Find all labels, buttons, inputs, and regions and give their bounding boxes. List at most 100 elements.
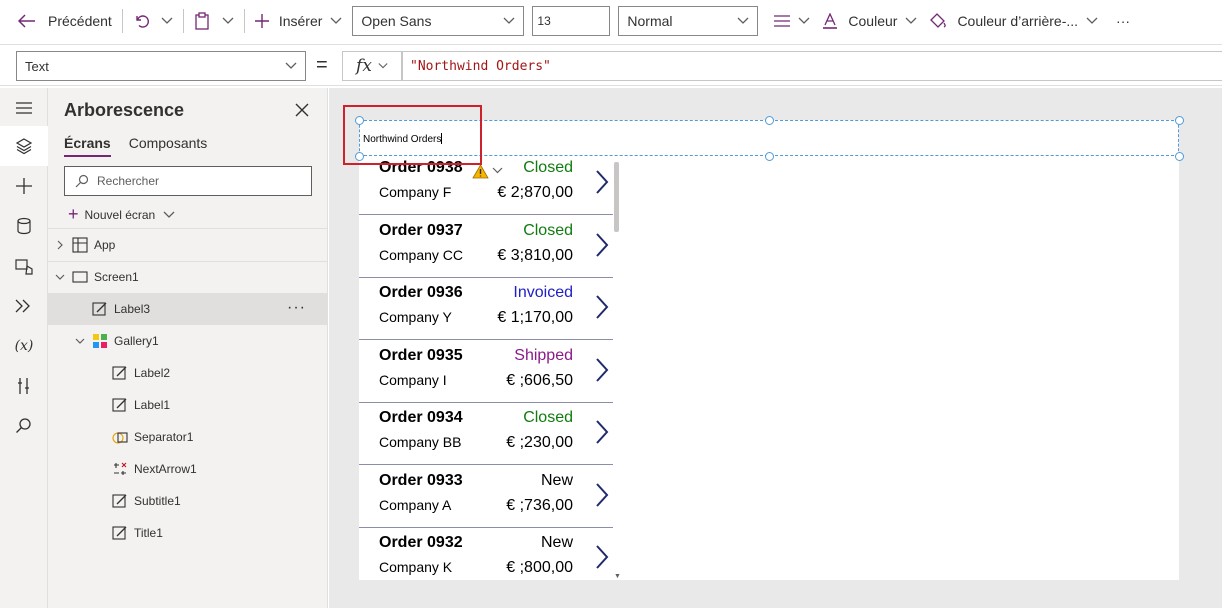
next-arrow-icon[interactable] bbox=[595, 294, 609, 320]
next-arrow-icon[interactable] bbox=[595, 232, 609, 258]
resize-handle[interactable] bbox=[1175, 152, 1184, 161]
toolbar-divider bbox=[182, 9, 184, 33]
font-weight-value: Normal bbox=[627, 13, 673, 29]
label-icon bbox=[112, 365, 128, 381]
chevron-down-icon bbox=[798, 17, 810, 24]
order-price: € ;736,00 bbox=[506, 496, 573, 514]
orders-gallery[interactable]: Order 0938 Company F Closed € 2;870,00 Order… bbox=[359, 156, 621, 580]
label-icon bbox=[92, 301, 108, 317]
gallery-item[interactable]: Order 0933 Company A New € ;736,00 bbox=[359, 466, 613, 528]
tab-screens[interactable]: Écrans bbox=[64, 135, 111, 157]
tree-node-label2[interactable]: Label2 bbox=[48, 357, 328, 389]
clipboard-icon bbox=[195, 12, 209, 30]
scroll-down-icon[interactable]: ▼ bbox=[614, 573, 621, 580]
chevron-right-icon bbox=[54, 240, 66, 250]
search-rail-button[interactable] bbox=[0, 406, 48, 446]
new-screen-button[interactable]: + Nouvel écran bbox=[68, 204, 175, 225]
resize-handle[interactable] bbox=[765, 116, 774, 125]
paste-menu-button[interactable] bbox=[216, 0, 240, 42]
data-button[interactable] bbox=[0, 206, 48, 246]
more-options-button[interactable]: ··· bbox=[287, 299, 306, 317]
order-price: € ;800,00 bbox=[506, 559, 573, 576]
plus-icon bbox=[16, 178, 32, 194]
label-icon bbox=[112, 525, 128, 541]
tab-components[interactable]: Composants bbox=[129, 135, 208, 157]
search-input[interactable]: Rechercher bbox=[64, 166, 312, 196]
tree-node-gallery1[interactable]: Gallery1 bbox=[48, 325, 328, 357]
next-arrow-icon[interactable] bbox=[595, 544, 609, 570]
insert-rail-button[interactable] bbox=[0, 166, 48, 206]
selected-label-control[interactable]: Northwind Orders bbox=[355, 116, 1184, 161]
node-label: NextArrow1 bbox=[134, 462, 197, 476]
node-label: Label1 bbox=[134, 398, 171, 412]
next-arrow-icon[interactable] bbox=[595, 169, 609, 195]
order-company: Company CC bbox=[379, 246, 464, 263]
undo-button[interactable] bbox=[127, 0, 155, 42]
scroll-thumb[interactable] bbox=[614, 162, 619, 232]
gallery-item[interactable]: Order 0935 Company I Shipped € ;606,50 bbox=[359, 341, 613, 403]
gallery-item[interactable]: Order 0937 Company CC Closed € 3;810,00 bbox=[359, 216, 613, 278]
font-weight-select[interactable]: Normal bbox=[618, 6, 759, 36]
tree-view-panel: Arborescence Écrans Composants Recherche… bbox=[48, 88, 328, 608]
insert-label: Insérer bbox=[278, 13, 323, 29]
chevron-down-icon bbox=[54, 274, 66, 280]
next-arrow-icon[interactable] bbox=[595, 357, 609, 383]
insert-button[interactable]: Insérer bbox=[249, 0, 349, 42]
chevron-down-icon bbox=[1086, 17, 1098, 24]
menu-button[interactable] bbox=[0, 88, 48, 128]
scrollbar[interactable]: ▼ bbox=[613, 156, 621, 580]
paste-button[interactable] bbox=[188, 0, 216, 42]
chevron-down-icon bbox=[161, 17, 173, 24]
order-company: Company Y bbox=[379, 309, 452, 325]
plus-icon: + bbox=[68, 204, 79, 224]
formula-input[interactable]: "Northwind Orders" bbox=[402, 51, 1222, 81]
search-placeholder: Rechercher bbox=[97, 174, 160, 188]
next-arrow-icon[interactable] bbox=[595, 419, 609, 445]
color-label: Couleur bbox=[848, 13, 898, 29]
tree-view-button[interactable] bbox=[0, 126, 48, 166]
background-color-button[interactable]: Couleur d’arrière-... bbox=[923, 0, 1104, 42]
tree-node-subtitle1[interactable]: Subtitle1 bbox=[48, 485, 328, 517]
tools-button[interactable] bbox=[0, 366, 48, 406]
resize-handle[interactable] bbox=[1175, 116, 1184, 125]
more-button[interactable]: ··· bbox=[1110, 0, 1136, 42]
variables-button[interactable]: (𝑥) bbox=[0, 326, 48, 366]
back-button[interactable]: Précédent bbox=[0, 0, 118, 42]
font-family-select[interactable]: Open Sans bbox=[352, 6, 525, 36]
hamburger-icon bbox=[16, 102, 32, 114]
tree-node-separator1[interactable]: Separator1 bbox=[48, 421, 328, 453]
power-automate-button[interactable] bbox=[0, 286, 48, 326]
undo-icon bbox=[136, 15, 149, 28]
warning-icon[interactable] bbox=[472, 164, 489, 179]
next-arrow-icon[interactable] bbox=[595, 482, 609, 508]
tree-node-screen1[interactable]: Screen1 bbox=[48, 261, 328, 293]
function-button[interactable]: fx bbox=[342, 51, 402, 81]
property-select[interactable]: Text bbox=[16, 51, 306, 81]
new-screen-label: Nouvel écran bbox=[84, 207, 156, 222]
left-rail: (𝑥) bbox=[0, 88, 48, 608]
back-label: Précédent bbox=[48, 13, 112, 29]
gallery-item[interactable]: Order 0936 Company Y Invoiced € 1;170,00 bbox=[359, 278, 613, 340]
media-button[interactable] bbox=[0, 246, 48, 286]
formula-bar: Text = fx "Northwind Orders" bbox=[0, 44, 1222, 86]
tree-node-label1[interactable]: Label1 bbox=[48, 389, 328, 421]
chevron-down-icon bbox=[74, 338, 86, 344]
tree-node-app[interactable]: App bbox=[48, 229, 328, 261]
undo-menu-button[interactable] bbox=[155, 0, 179, 42]
tree-node-label3[interactable]: Label3 ··· bbox=[48, 293, 328, 325]
fx-label: fx bbox=[356, 56, 372, 76]
tree-node-nextarrow1[interactable]: NextArrow1 bbox=[48, 453, 328, 485]
gallery-item[interactable]: Order 0934 Company BB Closed € ;230,00 bbox=[359, 403, 613, 465]
tree-node-title1[interactable]: Title1 bbox=[48, 517, 328, 549]
color-button[interactable]: Couleur bbox=[816, 0, 923, 42]
canvas-area: Northwind Orders Order 0938 Company F Clos… bbox=[329, 88, 1222, 608]
align-button[interactable] bbox=[768, 0, 816, 42]
order-status: Closed bbox=[523, 409, 573, 426]
order-price: € ;230,00 bbox=[506, 434, 573, 451]
equals-sign: = bbox=[316, 54, 328, 76]
font-size-input[interactable]: 13 bbox=[532, 6, 611, 36]
chevron-down-icon[interactable] bbox=[492, 167, 503, 174]
gallery-item[interactable]: Order 0932 Company K New € ;800,00 bbox=[359, 528, 613, 580]
close-icon[interactable] bbox=[292, 100, 312, 120]
resize-handle[interactable] bbox=[765, 152, 774, 161]
